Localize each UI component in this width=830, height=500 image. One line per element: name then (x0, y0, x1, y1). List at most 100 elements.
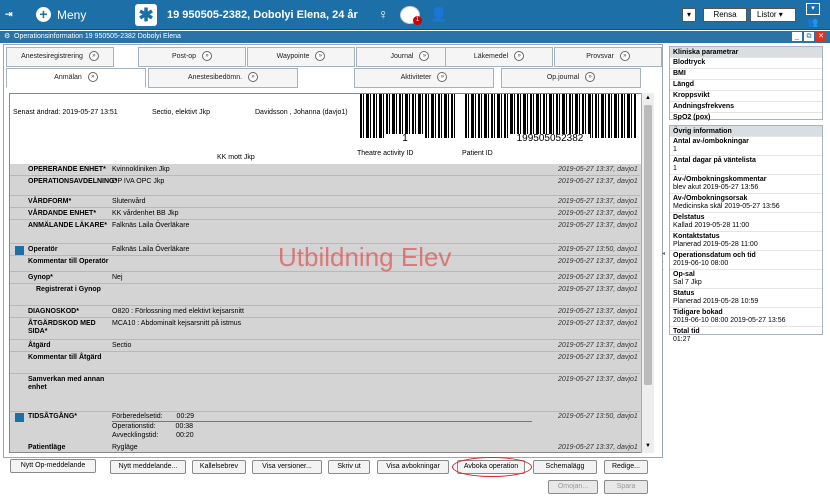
dropdown-icon[interactable]: ▾ (682, 8, 696, 22)
tab-label: Anestesibedömn. (187, 74, 243, 81)
visa-versioner-button[interactable]: Visa versioner... (252, 460, 322, 474)
param-item[interactable]: SpO2 (pox) (670, 112, 822, 123)
theatre-activity-barcode (360, 94, 456, 138)
top-bar: ⇥ + Meny ✱ 19 950505-2382, Dobolyi Elena… (0, 0, 830, 30)
info-label: Kontaktstatus (673, 233, 720, 240)
tidsatgang-row[interactable]: TIDSÅTGÅNG* Förberedelsetid: 00:29 Opera… (10, 412, 640, 444)
field-row[interactable]: OPERERANDE ENHET* Kvinnokliniken Jkp 2019-… (10, 164, 640, 176)
field-row[interactable]: OPERATIONSAVDELNING* OP IVA OPC Jkp 2019-0… (10, 176, 640, 196)
tab-anmalan[interactable]: Anmälan » (6, 68, 146, 88)
timestamp: 2019-05-27 13:37, davjo1 (558, 178, 638, 185)
chevron-right-icon: » (88, 51, 99, 62)
field-row[interactable]: Kommentar till Åtgärd 2019-05-27 13:37, d… (10, 352, 640, 374)
field-label: VÅRDFORM* (28, 198, 72, 205)
close-icon[interactable]: ✕ (816, 32, 826, 41)
nytt-meddelande-button[interactable]: Nytt meddelande... (110, 460, 186, 474)
field-label: Patientläge (28, 444, 66, 451)
field-row[interactable]: ÅTGÄRDSKOD MED SIDA* MCA10 : Abdominalt k… (10, 318, 640, 340)
info-value: blev akut 2019-05-27 13:56 (673, 184, 759, 191)
field-row[interactable]: ANMÄLANDE LÄKARE* Falknäs Laila Överläkar… (10, 220, 640, 244)
param-item[interactable]: Längd (670, 79, 822, 90)
info-value: 2019-06-10 08:00 2019-05-27 13:56 (673, 317, 786, 324)
tab-label: Läkemedel (473, 53, 509, 60)
patient-banner[interactable]: 19 950505-2382, Dobolyi Elena, 24 år (167, 9, 358, 21)
users-icon[interactable]: 👥 (806, 16, 820, 28)
info-item: Status Planerad 2019-05-28 10:59 (670, 288, 822, 307)
param-item[interactable]: BMI (670, 68, 822, 79)
skriv-ut-button[interactable]: Skriv ut (328, 460, 370, 474)
redigera-button[interactable]: Redige... (604, 460, 648, 474)
patientlage-row[interactable]: Patientläge Rygläge 2019-05-27 13:37, da… (10, 444, 640, 452)
listor-button[interactable]: Listor ▾ (750, 8, 796, 22)
stack-icon (15, 246, 24, 255)
field-label: VÅRDANDE ENHET* (28, 210, 97, 217)
field-row[interactable]: Åtgärd Sectio 2019-05-27 13:37, davjo1 (10, 340, 640, 352)
schemalagg-button[interactable]: Schemalägg (533, 460, 597, 474)
chevron-right-icon: » (87, 72, 98, 83)
timestamp: 2019-05-27 13:50, davjo1 (558, 246, 638, 253)
tab-lakemedel[interactable]: Läkemedel » (445, 47, 553, 67)
person-icon[interactable]: 👤 (430, 6, 447, 23)
restore-icon[interactable]: ⧉ (804, 32, 814, 41)
scroll-thumb[interactable] (644, 105, 652, 385)
timestamp: 2019-05-27 13:37, davjo1 (558, 166, 638, 173)
tab-anestesibedomn[interactable]: Anestesibedömn. » (148, 68, 298, 88)
info-item: Kontaktstatus Planerad 2019-05-28 11:00 (670, 231, 822, 250)
field-row[interactable]: VÅRDFORM* Slutenvård 2019-05-27 13:37, dav… (10, 196, 640, 208)
omojan-button[interactable]: Omojan... (548, 480, 598, 494)
timestamp: 2019-05-27 13:37, davjo1 (558, 222, 638, 229)
spara-button[interactable]: Spara (604, 480, 648, 494)
chevron-right-icon: » (437, 72, 448, 83)
vertical-scrollbar[interactable]: ▲ ▼ (641, 93, 654, 453)
field-label: ANMÄLANDE LÄKARE* (28, 222, 107, 229)
nytt-op-meddelande-button[interactable]: Nytt Op-meddelande (10, 459, 96, 473)
tab-label: Anestesiregistrering (21, 53, 83, 60)
chevron-right-icon: » (419, 51, 430, 62)
tab-waypointe[interactable]: Waypointe » (247, 47, 355, 67)
scroll-down-icon[interactable]: ▼ (644, 443, 652, 451)
field-value: OP IVA OPC Jkp (112, 178, 165, 185)
field-row[interactable]: DIAGNOSKOD* O820 : Förlossning med elekti… (10, 306, 640, 318)
field-label: TIDSÅTGÅNG* (28, 413, 77, 420)
scroll-up-icon[interactable]: ▲ (644, 95, 652, 103)
training-watermark: Utbildning Elev (278, 242, 452, 272)
info-value: Sal 7 Jkp (673, 279, 702, 286)
rensa-button[interactable]: Rensa (703, 8, 747, 22)
info-label: Operationsdatum och tid (673, 252, 756, 259)
tab-op-journal[interactable]: Op.journal » (501, 68, 641, 88)
field-value: O820 : Förlossning med elektivt kejsarsn… (112, 308, 244, 315)
ovrig-information-panel: Övrig information Antal av-/ombokningar 1… (669, 125, 823, 343)
field-row[interactable]: Samverkan med annan enhet 2019-05-27 13:3… (10, 374, 640, 412)
kallelsebrev-button[interactable]: Kallelsebrev (192, 460, 246, 474)
collapse-icon[interactable]: ▾ (806, 3, 820, 15)
param-item[interactable]: Andningsfrekvens (670, 101, 822, 112)
tab-post-op[interactable]: Post-op » (138, 47, 246, 67)
chevron-right-icon: » (585, 72, 596, 83)
info-label: Av-/Ombokningsorsak (673, 195, 748, 202)
field-label: Gynop* (28, 274, 53, 281)
tab-label: Anmälan (54, 74, 82, 81)
info-item: Delstatus Kallad 2019-05-28 11:00 (670, 212, 822, 231)
menu-label[interactable]: Meny (57, 8, 86, 22)
tab-provsvar[interactable]: Provsvar » (554, 47, 662, 67)
expand-icon[interactable]: ⇥ (5, 9, 13, 20)
info-value: 01:27 (673, 336, 691, 343)
tab-aktiviteter[interactable]: Aktiviteter » (354, 68, 494, 88)
tab-anestesiregistrering[interactable]: Anestesiregistrering » (6, 47, 114, 67)
param-item[interactable]: Kroppsvikt (670, 90, 822, 101)
minimize-icon[interactable]: _ (792, 32, 802, 41)
menu-plus-icon[interactable]: + (36, 7, 51, 22)
window-gear-icon[interactable]: ⚙ (4, 31, 10, 43)
field-row[interactable]: VÅRDANDE ENHET* KK vårdenhet BB Jkp 2019-0… (10, 208, 640, 220)
panel-splitter[interactable]: ◂ · · (662, 250, 666, 280)
tid-value: 00:20 (176, 432, 194, 439)
field-label: Kommentar till Operatör (28, 258, 109, 265)
tid-name: Operationstid: (112, 423, 156, 430)
visa-avbokningar-button[interactable]: Visa avbokningar (377, 460, 449, 474)
chevron-right-icon: » (514, 51, 525, 62)
field-row[interactable]: Gynop* Nej 2019-05-27 13:37, davjo1 (10, 272, 640, 284)
param-item[interactable]: Blodtryck (670, 57, 822, 68)
field-row[interactable]: Registrerat i Gynop 2019-05-27 13:37, dav… (10, 284, 640, 306)
alert-count-badge: 1 (413, 16, 422, 25)
panel-title: Kliniska parametrar (670, 47, 822, 57)
